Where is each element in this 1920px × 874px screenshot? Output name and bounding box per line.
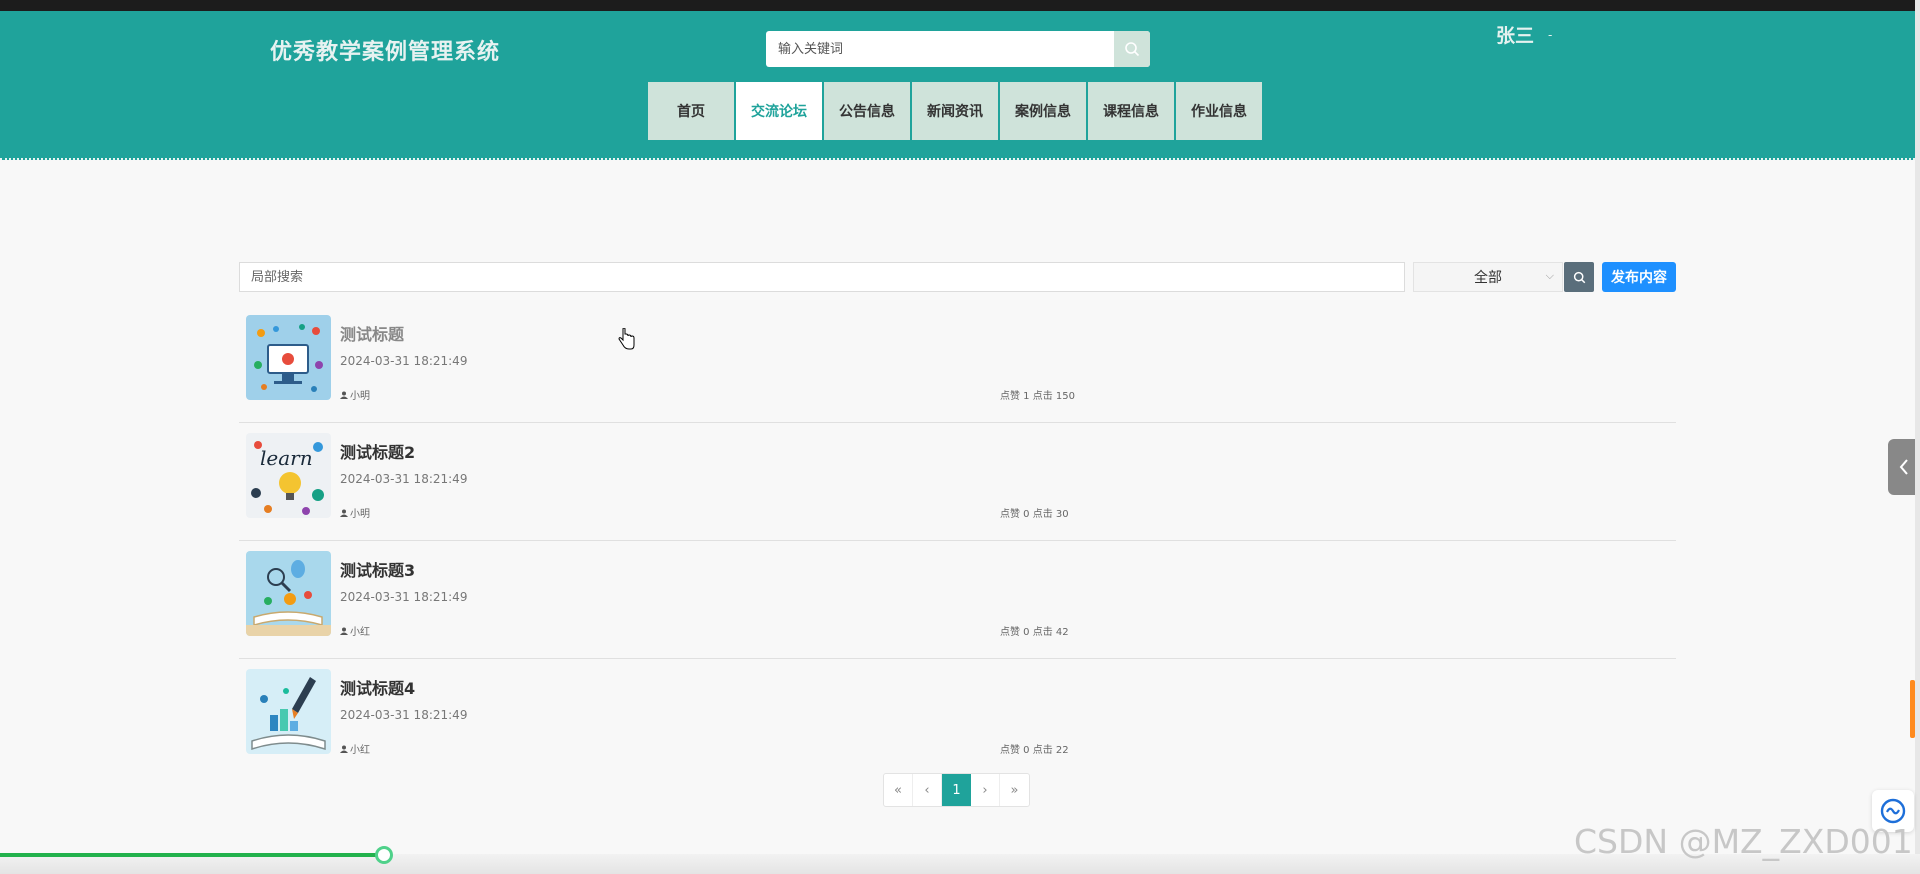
- user-icon: [340, 391, 348, 399]
- nav-cases[interactable]: 案例信息: [1000, 82, 1086, 140]
- post-stats: 点赞 1 点击 150: [1000, 391, 1075, 402]
- forum-post[interactable]: 测试标题 2024-03-31 18:21:49 小明 点赞 1 点击 150: [239, 305, 1676, 423]
- page-prev-button[interactable]: ‹: [913, 774, 942, 806]
- post-date: 2024-03-31 18:21:49: [340, 708, 468, 722]
- post-title[interactable]: 测试标题4: [340, 675, 415, 699]
- post-author-name: 小红: [350, 745, 370, 756]
- post-thumbnail[interactable]: learn: [246, 433, 331, 518]
- chevron-left-icon: [1899, 459, 1908, 475]
- user-icon: [340, 627, 348, 635]
- media-progress-fill: [0, 853, 384, 857]
- user-icon: [340, 509, 348, 517]
- translate-icon: [1880, 798, 1906, 824]
- post-image: [246, 315, 331, 400]
- forum-post[interactable]: learn 测试标题2 2024-03-31 18:21:49 小明 点赞 0 …: [239, 423, 1676, 541]
- post-title[interactable]: 测试标题2: [340, 439, 415, 463]
- post-author: 小红: [340, 623, 370, 638]
- post-author-name: 小明: [350, 509, 370, 520]
- post-date: 2024-03-31 18:21:49: [340, 354, 468, 368]
- page-next-button[interactable]: ›: [971, 774, 1000, 806]
- post-image: learn: [246, 433, 331, 518]
- post-date: 2024-03-31 18:21:49: [340, 590, 468, 604]
- post-image: [246, 669, 331, 754]
- post-author: 小红: [340, 741, 370, 756]
- search-icon: [1573, 271, 1585, 283]
- page-current-button[interactable]: 1: [942, 774, 971, 806]
- post-image: [246, 551, 331, 636]
- post-author: 小明: [340, 505, 370, 520]
- nav-homework[interactable]: 作业信息: [1176, 82, 1262, 140]
- post-stats: 点赞 0 点击 42: [1000, 627, 1069, 638]
- forum-filter-bar: 全部 ⌵ 发布内容: [239, 262, 1676, 292]
- site-title: 优秀教学案例管理系统: [270, 40, 501, 65]
- forum-post[interactable]: 测试标题4 2024-03-31 18:21:49 小红 点赞 0 点击 22: [239, 659, 1676, 777]
- user-menu[interactable]: 张三 -: [1496, 21, 1552, 48]
- user-caret: -: [1548, 27, 1553, 42]
- forum-post[interactable]: 测试标题3 2024-03-31 18:21:49 小红 点赞 0 点击 42: [239, 541, 1676, 659]
- global-search-button[interactable]: [1114, 31, 1150, 67]
- post-thumbnail[interactable]: [246, 315, 331, 400]
- main-nav: 首页 交流论坛 公告信息 新闻资讯 案例信息 课程信息 作业信息: [648, 82, 1262, 140]
- nav-courses[interactable]: 课程信息: [1088, 82, 1174, 140]
- pagination: « ‹ 1 › »: [883, 773, 1030, 807]
- global-search: [766, 31, 1150, 67]
- chevron-down-icon: ⌵: [1545, 269, 1554, 282]
- post-author: 小明: [340, 387, 370, 402]
- post-author-name: 小明: [350, 391, 370, 402]
- watermark-text: CSDN @MZ_ZXD001: [1574, 822, 1913, 861]
- site-header: 优秀教学案例管理系统 张三 - 首页 交流论坛 公告信息 新闻资讯 案例信息 课…: [0, 11, 1915, 160]
- nav-announcements[interactable]: 公告信息: [824, 82, 910, 140]
- post-date: 2024-03-31 18:21:49: [340, 472, 468, 486]
- search-icon: [1125, 42, 1140, 57]
- user-name: 张三: [1496, 25, 1535, 47]
- page-first-button[interactable]: «: [884, 774, 913, 806]
- nav-home[interactable]: 首页: [648, 82, 734, 140]
- scroll-indicator: [1910, 680, 1915, 738]
- post-title[interactable]: 测试标题3: [340, 557, 415, 581]
- user-icon: [340, 745, 348, 753]
- local-search-input[interactable]: [239, 262, 1405, 292]
- post-author-name: 小红: [350, 627, 370, 638]
- post-thumbnail[interactable]: [246, 551, 331, 636]
- page-scrollbar[interactable]: [1915, 0, 1920, 874]
- nav-news[interactable]: 新闻资讯: [912, 82, 998, 140]
- nav-forum[interactable]: 交流论坛: [736, 82, 822, 140]
- post-stats: 点赞 0 点击 22: [1000, 745, 1069, 756]
- global-search-input[interactable]: [766, 31, 1114, 67]
- filter-search-button[interactable]: [1564, 262, 1594, 292]
- publish-button[interactable]: 发布内容: [1602, 262, 1676, 292]
- svg-text:learn: learn: [260, 446, 313, 470]
- post-title[interactable]: 测试标题: [340, 321, 404, 345]
- post-stats: 点赞 0 点击 30: [1000, 509, 1069, 520]
- page-last-button[interactable]: »: [1000, 774, 1029, 806]
- category-select-value: 全部: [1474, 270, 1502, 286]
- top-window-bar: [0, 0, 1920, 11]
- post-thumbnail[interactable]: [246, 669, 331, 754]
- mouse-cursor-icon: [618, 328, 635, 350]
- media-progress-knob[interactable]: [375, 846, 393, 864]
- category-select[interactable]: 全部 ⌵: [1413, 262, 1563, 292]
